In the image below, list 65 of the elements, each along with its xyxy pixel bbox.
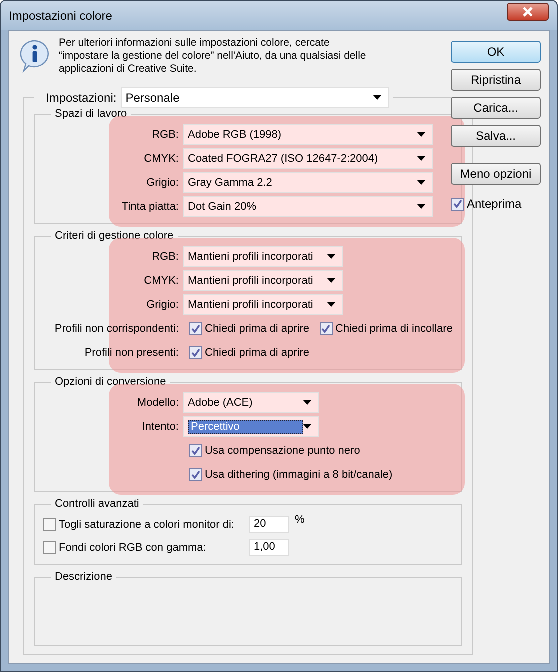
caret-icon — [417, 132, 426, 137]
check-icon — [321, 324, 332, 334]
dropdown[interactable]: Adobe RGB (1998) — [183, 124, 433, 145]
check-icon — [190, 470, 200, 480]
dialog-button[interactable]: Ripristina — [451, 69, 541, 91]
checkbox[interactable]: Anteprima — [451, 197, 541, 211]
group-title: Controlli avanzati — [54, 498, 140, 510]
info-text: Per ulteriori informazioni sulle impostazioni colore, cercate “impostare la gestione del colore” nell'Aiuto, da una qualsiasi delle applicazioni di Creative Suite. — [59, 37, 368, 76]
field-label: Grigio: — [146, 298, 179, 310]
dropdown[interactable]: Percettivo — [183, 416, 319, 437]
field-label: CMYK: — [143, 274, 179, 286]
close-icon — [522, 6, 534, 16]
group-title: Spazi di lavoro — [54, 108, 128, 120]
checkbox[interactable]: Usa compensazione punto nero — [189, 444, 360, 457]
window-title: Impostazioni colore — [9, 8, 112, 22]
dialog-button[interactable]: Salva... — [451, 125, 541, 147]
input-field[interactable]: 20 — [249, 516, 289, 533]
dropdown[interactable]: Mantieni profili incorporati — [183, 294, 343, 315]
settings-dropdown[interactable]: Personale — [120, 87, 389, 108]
field-label: CMYK: — [143, 152, 179, 164]
dialog-button[interactable]: Meno opzioni — [451, 163, 541, 185]
check-icon — [190, 348, 200, 358]
field-label: RGB: — [151, 250, 179, 262]
info-icon — [19, 39, 51, 73]
dropdown[interactable]: Mantieni profili incorporati — [183, 270, 343, 291]
field-label: Profili non presenti: — [84, 346, 179, 358]
group-title: Criteri di gestione colore — [54, 230, 175, 242]
field-label: RGB: — [151, 128, 179, 140]
group-title: Descrizione — [54, 571, 114, 583]
checkbox-square[interactable] — [451, 198, 464, 210]
dropdown[interactable]: Coated FOGRA27 (ISO 12647-2:2004) — [183, 148, 433, 169]
caret-icon — [417, 180, 426, 185]
field-label: Profili non corrispondenti: — [54, 322, 179, 334]
checkbox[interactable]: Chiedi prima di incollare — [320, 322, 453, 335]
check-icon — [452, 199, 462, 209]
checkbox[interactable]: Chiedi prima di aprire — [189, 322, 310, 335]
checkbox[interactable]: Chiedi prima di aprire — [189, 346, 310, 359]
checkbox[interactable]: Togli saturazione a colori monitor di: — [43, 518, 239, 531]
dropdown[interactable]: Mantieni profili incorporati — [183, 246, 343, 267]
field-label: Intento: — [141, 420, 179, 432]
check-icon — [190, 324, 200, 334]
caret-icon — [327, 278, 336, 283]
caret-icon — [303, 400, 312, 405]
caret-icon — [327, 302, 336, 307]
dialog-button[interactable]: OK — [451, 41, 541, 63]
dropdown[interactable]: Gray Gamma 2.2 — [183, 172, 433, 193]
dialog-button[interactable]: Carica... — [451, 97, 541, 119]
close-button[interactable] — [507, 2, 549, 20]
field-label: Grigio: — [146, 176, 179, 188]
dropdown[interactable]: Dot Gain 20% — [183, 196, 433, 217]
caret-icon — [417, 204, 426, 209]
field-label: Tinta piatta: — [120, 200, 179, 212]
field-label: Modello: — [136, 396, 179, 408]
caret-icon — [372, 95, 382, 100]
input-field[interactable]: 1,00 — [249, 539, 289, 556]
caret-icon — [303, 424, 312, 429]
dropdown[interactable]: Adobe (ACE) — [183, 392, 319, 413]
settings-label: Impostazioni: — [46, 90, 117, 104]
check-icon — [190, 446, 200, 456]
checkbox[interactable]: Fondi colori RGB con gamma: — [43, 541, 239, 554]
caret-icon — [417, 156, 426, 161]
caret-icon — [327, 254, 336, 259]
checkbox[interactable]: Usa dithering (immagini a 8 bit/canale) — [189, 468, 393, 481]
group-title: Opzioni di conversione — [54, 376, 168, 388]
unit-label: % — [295, 514, 305, 526]
